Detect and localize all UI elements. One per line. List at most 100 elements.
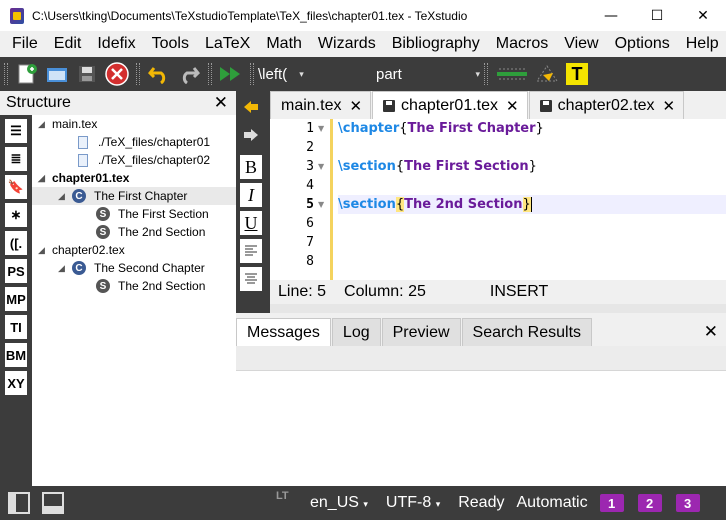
tree-node-section[interactable]: S The First Section	[96, 205, 209, 223]
close-structure-button[interactable]: ✕	[214, 93, 228, 113]
metapost-icon[interactable]: MP	[5, 287, 27, 311]
underline-button[interactable]: U	[240, 211, 262, 235]
code-editor[interactable]: 1 2 3 4 5 6 7 8 ▼ ▼ ▼ \chapter { The Fir…	[270, 119, 726, 280]
bookmark-1-icon[interactable]: 1	[599, 494, 624, 512]
menu-latex[interactable]: LaTeX	[197, 35, 258, 53]
italic-button[interactable]: I	[240, 183, 262, 207]
tab-preview[interactable]: Preview	[381, 318, 461, 346]
close-bottom-panel-button[interactable]: ✕	[704, 322, 718, 342]
structure-level-combo[interactable]: part ▾	[322, 66, 480, 83]
toolbar-grip[interactable]	[4, 63, 8, 85]
close-tab-icon[interactable]: ✕	[663, 97, 676, 115]
save-icon[interactable]	[72, 60, 102, 88]
build-view-icon[interactable]	[216, 60, 246, 88]
open-file-icon[interactable]	[42, 60, 72, 88]
tree-node-main[interactable]: ◢ main.tex	[38, 115, 97, 133]
asterisk-icon[interactable]: ∗	[5, 203, 27, 227]
insert-mode[interactable]: INSERT	[490, 283, 548, 301]
fold-arrow-icon[interactable]: ▼	[318, 200, 324, 209]
close-window-button[interactable]: ✕	[680, 0, 726, 31]
menu-idefix[interactable]: Idefix	[89, 35, 143, 53]
xy-icon[interactable]: XY	[5, 371, 27, 395]
tab-search-results[interactable]: Search Results	[461, 318, 593, 346]
toolbar-grip[interactable]	[250, 63, 254, 85]
forward-arrow-icon[interactable]	[240, 123, 262, 147]
beamer-icon[interactable]: BM	[5, 343, 27, 367]
tree-node-include[interactable]: ./TeX_files/chapter02	[78, 151, 210, 169]
menu-tools[interactable]: Tools	[144, 35, 197, 53]
compile-mode[interactable]: Automatic	[516, 494, 587, 512]
menu-edit[interactable]: Edit	[46, 35, 90, 53]
tab-main[interactable]: main.tex ✕	[270, 91, 372, 119]
tikz-icon[interactable]: TI	[5, 315, 27, 339]
editor-side-toolbar: B I U	[236, 91, 270, 313]
language-selector[interactable]: en_US ▾	[310, 494, 368, 512]
maximize-button[interactable]: ☐	[634, 0, 680, 31]
horizontal-scrollbar[interactable]	[270, 304, 726, 313]
pstricks-icon[interactable]: PS	[5, 259, 27, 283]
menu-wizards[interactable]: Wizards	[310, 35, 384, 53]
hrule-icon[interactable]	[492, 60, 532, 88]
left-delimiter-combo[interactable]: \left( ▾	[258, 66, 322, 83]
toolbar-grip[interactable]	[208, 63, 212, 85]
code-line[interactable]: \section { The First Section }	[338, 157, 726, 176]
text-mode-icon[interactable]: T	[562, 60, 592, 88]
tree-node-chapter01[interactable]: ◢ chapter01.tex	[38, 169, 129, 187]
bookmark-icon[interactable]: 🔖	[5, 175, 27, 199]
align-center-icon[interactable]	[240, 267, 262, 291]
insert-marker-icon[interactable]	[532, 60, 562, 88]
structure-title: Structure	[6, 94, 71, 111]
expand-arrow-icon[interactable]: ◢	[38, 245, 52, 256]
tree-node-section[interactable]: S The 2nd Section	[96, 223, 205, 241]
latex-argument: The First Chapter	[407, 121, 536, 136]
undo-icon[interactable]	[144, 60, 174, 88]
encoding-selector[interactable]: UTF-8 ▾	[386, 494, 440, 512]
menu-help[interactable]: Help	[678, 35, 726, 53]
tree-node-chapter[interactable]: ◢ C The First Chapter	[32, 187, 236, 205]
menu-bibliography[interactable]: Bibliography	[384, 35, 488, 53]
language-tool-icon[interactable]: LT	[276, 490, 296, 516]
toolbar-grip[interactable]	[484, 63, 488, 85]
redo-icon[interactable]	[174, 60, 204, 88]
tab-chapter02[interactable]: chapter02.tex ✕	[528, 91, 685, 119]
menu-view[interactable]: View	[556, 35, 606, 53]
tree-node-chapter[interactable]: ◢ C The Second Chapter	[58, 259, 205, 277]
brackets-icon[interactable]: ([.	[5, 231, 27, 255]
expand-arrow-icon[interactable]: ◢	[38, 119, 52, 130]
toolbar-grip[interactable]	[136, 63, 140, 85]
toc-icon[interactable]: ☰	[5, 119, 27, 143]
tree-node-include[interactable]: ./TeX_files/chapter01	[78, 133, 210, 151]
expand-arrow-icon[interactable]: ◢	[58, 263, 72, 274]
bookmark-2-icon[interactable]: 2	[637, 494, 662, 512]
minimize-button[interactable]: —	[588, 0, 634, 31]
fold-arrow-icon[interactable]: ▼	[318, 162, 324, 171]
menu-file[interactable]: File	[4, 35, 46, 53]
toggle-messages-icon[interactable]	[42, 492, 64, 514]
align-left-icon[interactable]	[240, 239, 262, 263]
expand-arrow-icon[interactable]: ◢	[58, 191, 72, 202]
bold-button[interactable]: B	[240, 155, 262, 179]
tree-node-section[interactable]: S The 2nd Section	[96, 277, 205, 295]
close-file-icon[interactable]	[102, 60, 132, 88]
close-tab-icon[interactable]: ✕	[349, 97, 362, 115]
tree-node-label: chapter01.tex	[52, 171, 130, 185]
menu-options[interactable]: Options	[607, 35, 678, 53]
expand-arrow-icon[interactable]: ◢	[38, 173, 52, 184]
close-tab-icon[interactable]: ✕	[506, 97, 519, 115]
latex-command: \chapter	[338, 121, 400, 136]
bookmark-3-icon[interactable]: 3	[675, 494, 700, 512]
tab-log[interactable]: Log	[331, 318, 381, 346]
menu-math[interactable]: Math	[258, 35, 310, 53]
tree-node-chapter02[interactable]: ◢ chapter02.tex	[38, 241, 125, 259]
list-icon[interactable]: ≣	[5, 147, 27, 171]
language-value: en_US	[310, 494, 359, 511]
back-arrow-icon[interactable]	[240, 95, 262, 119]
current-code-line[interactable]: \section { The 2nd Section }	[338, 195, 726, 214]
menu-macros[interactable]: Macros	[488, 35, 556, 53]
new-file-icon[interactable]	[12, 60, 42, 88]
fold-arrow-icon[interactable]: ▼	[318, 124, 324, 133]
tab-chapter01[interactable]: chapter01.tex ✕	[372, 91, 528, 119]
toggle-structure-icon[interactable]	[8, 492, 30, 514]
code-line[interactable]: \chapter { The First Chapter }	[338, 119, 726, 138]
tab-messages[interactable]: Messages	[236, 318, 331, 346]
